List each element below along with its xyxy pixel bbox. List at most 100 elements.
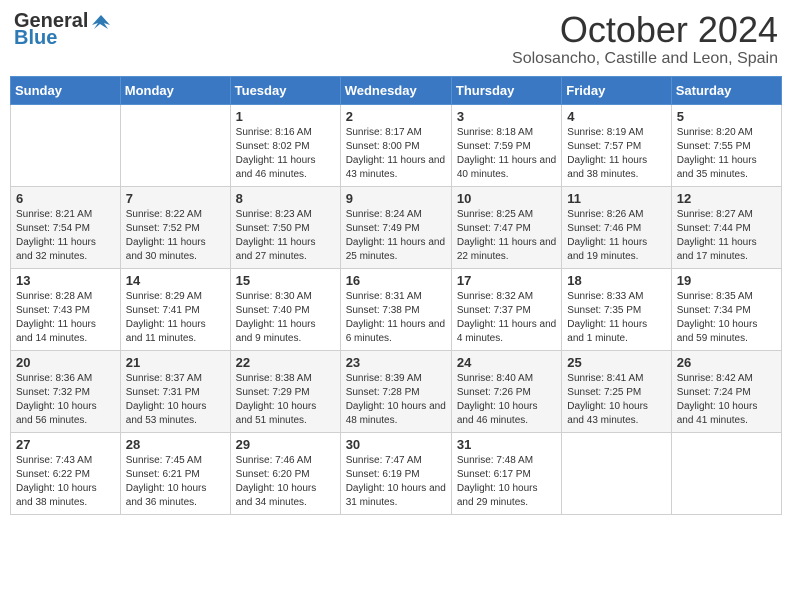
weekday-header-wednesday: Wednesday xyxy=(340,76,451,104)
day-number: 12 xyxy=(677,191,776,206)
day-detail: Sunrise: 8:20 AMSunset: 7:55 PMDaylight:… xyxy=(677,127,757,180)
day-number: 3 xyxy=(457,109,556,124)
calendar-cell: 25 Sunrise: 8:41 AMSunset: 7:25 PMDaylig… xyxy=(562,350,671,432)
weekday-header-tuesday: Tuesday xyxy=(230,76,340,104)
month-title: October 2024 xyxy=(512,10,778,50)
calendar-cell: 2 Sunrise: 8:17 AMSunset: 8:00 PMDayligh… xyxy=(340,104,451,186)
calendar-cell: 27 Sunrise: 7:43 AMSunset: 6:22 PMDaylig… xyxy=(11,432,121,514)
calendar-cell: 12 Sunrise: 8:27 AMSunset: 7:44 PMDaylig… xyxy=(671,186,781,268)
calendar-cell xyxy=(562,432,671,514)
day-number: 10 xyxy=(457,191,556,206)
calendar-cell: 1 Sunrise: 8:16 AMSunset: 8:02 PMDayligh… xyxy=(230,104,340,186)
calendar-cell: 9 Sunrise: 8:24 AMSunset: 7:49 PMDayligh… xyxy=(340,186,451,268)
calendar-cell: 26 Sunrise: 8:42 AMSunset: 7:24 PMDaylig… xyxy=(671,350,781,432)
calendar-cell: 31 Sunrise: 7:48 AMSunset: 6:17 PMDaylig… xyxy=(451,432,561,514)
calendar-cell xyxy=(120,104,230,186)
day-number: 11 xyxy=(567,191,665,206)
day-detail: Sunrise: 8:22 AMSunset: 7:52 PMDaylight:… xyxy=(126,209,206,262)
calendar-cell: 3 Sunrise: 8:18 AMSunset: 7:59 PMDayligh… xyxy=(451,104,561,186)
weekday-header-thursday: Thursday xyxy=(451,76,561,104)
day-number: 27 xyxy=(16,437,115,452)
day-number: 9 xyxy=(346,191,446,206)
calendar-cell: 21 Sunrise: 8:37 AMSunset: 7:31 PMDaylig… xyxy=(120,350,230,432)
day-number: 7 xyxy=(126,191,225,206)
day-detail: Sunrise: 8:28 AMSunset: 7:43 PMDaylight:… xyxy=(16,291,96,344)
day-number: 29 xyxy=(236,437,335,452)
day-detail: Sunrise: 7:46 AMSunset: 6:20 PMDaylight:… xyxy=(236,455,317,508)
day-detail: Sunrise: 8:38 AMSunset: 7:29 PMDaylight:… xyxy=(236,373,317,426)
day-number: 18 xyxy=(567,273,665,288)
calendar-cell: 30 Sunrise: 7:47 AMSunset: 6:19 PMDaylig… xyxy=(340,432,451,514)
calendar-cell: 10 Sunrise: 8:25 AMSunset: 7:47 PMDaylig… xyxy=(451,186,561,268)
day-number: 26 xyxy=(677,355,776,370)
day-detail: Sunrise: 8:33 AMSunset: 7:35 PMDaylight:… xyxy=(567,291,647,344)
location-title: Solosancho, Castille and Leon, Spain xyxy=(512,50,778,68)
day-detail: Sunrise: 8:40 AMSunset: 7:26 PMDaylight:… xyxy=(457,373,538,426)
calendar-cell: 15 Sunrise: 8:30 AMSunset: 7:40 PMDaylig… xyxy=(230,268,340,350)
logo: General Blue xyxy=(14,10,112,50)
calendar-cell: 24 Sunrise: 8:40 AMSunset: 7:26 PMDaylig… xyxy=(451,350,561,432)
day-number: 16 xyxy=(346,273,446,288)
day-detail: Sunrise: 7:48 AMSunset: 6:17 PMDaylight:… xyxy=(457,455,538,508)
calendar-cell xyxy=(671,432,781,514)
day-detail: Sunrise: 8:17 AMSunset: 8:00 PMDaylight:… xyxy=(346,127,445,180)
day-detail: Sunrise: 8:27 AMSunset: 7:44 PMDaylight:… xyxy=(677,209,757,262)
day-number: 23 xyxy=(346,355,446,370)
logo-bird-icon xyxy=(90,11,112,33)
day-number: 2 xyxy=(346,109,446,124)
calendar-week-row: 1 Sunrise: 8:16 AMSunset: 8:02 PMDayligh… xyxy=(11,104,782,186)
day-detail: Sunrise: 8:25 AMSunset: 7:47 PMDaylight:… xyxy=(457,209,556,262)
day-number: 8 xyxy=(236,191,335,206)
calendar-cell: 14 Sunrise: 8:29 AMSunset: 7:41 PMDaylig… xyxy=(120,268,230,350)
calendar-cell: 16 Sunrise: 8:31 AMSunset: 7:38 PMDaylig… xyxy=(340,268,451,350)
weekday-header-friday: Friday xyxy=(562,76,671,104)
day-number: 13 xyxy=(16,273,115,288)
day-detail: Sunrise: 8:24 AMSunset: 7:49 PMDaylight:… xyxy=(346,209,445,262)
day-detail: Sunrise: 8:39 AMSunset: 7:28 PMDaylight:… xyxy=(346,373,446,426)
calendar-cell: 6 Sunrise: 8:21 AMSunset: 7:54 PMDayligh… xyxy=(11,186,121,268)
day-detail: Sunrise: 8:16 AMSunset: 8:02 PMDaylight:… xyxy=(236,127,316,180)
page-header: General Blue October 2024 Solosancho, Ca… xyxy=(10,10,782,68)
day-detail: Sunrise: 8:35 AMSunset: 7:34 PMDaylight:… xyxy=(677,291,758,344)
day-number: 1 xyxy=(236,109,335,124)
day-detail: Sunrise: 7:45 AMSunset: 6:21 PMDaylight:… xyxy=(126,455,207,508)
calendar-cell: 13 Sunrise: 8:28 AMSunset: 7:43 PMDaylig… xyxy=(11,268,121,350)
day-detail: Sunrise: 8:41 AMSunset: 7:25 PMDaylight:… xyxy=(567,373,648,426)
calendar-cell: 19 Sunrise: 8:35 AMSunset: 7:34 PMDaylig… xyxy=(671,268,781,350)
day-detail: Sunrise: 7:43 AMSunset: 6:22 PMDaylight:… xyxy=(16,455,97,508)
day-number: 17 xyxy=(457,273,556,288)
day-detail: Sunrise: 7:47 AMSunset: 6:19 PMDaylight:… xyxy=(346,455,446,508)
calendar-week-row: 6 Sunrise: 8:21 AMSunset: 7:54 PMDayligh… xyxy=(11,186,782,268)
day-number: 21 xyxy=(126,355,225,370)
calendar-cell: 18 Sunrise: 8:33 AMSunset: 7:35 PMDaylig… xyxy=(562,268,671,350)
calendar-cell: 20 Sunrise: 8:36 AMSunset: 7:32 PMDaylig… xyxy=(11,350,121,432)
weekday-header-monday: Monday xyxy=(120,76,230,104)
day-number: 19 xyxy=(677,273,776,288)
day-detail: Sunrise: 8:18 AMSunset: 7:59 PMDaylight:… xyxy=(457,127,556,180)
day-number: 5 xyxy=(677,109,776,124)
calendar-cell: 5 Sunrise: 8:20 AMSunset: 7:55 PMDayligh… xyxy=(671,104,781,186)
calendar-table: SundayMondayTuesdayWednesdayThursdayFrid… xyxy=(10,76,782,515)
day-number: 31 xyxy=(457,437,556,452)
calendar-week-row: 20 Sunrise: 8:36 AMSunset: 7:32 PMDaylig… xyxy=(11,350,782,432)
day-detail: Sunrise: 8:31 AMSunset: 7:38 PMDaylight:… xyxy=(346,291,445,344)
day-detail: Sunrise: 8:21 AMSunset: 7:54 PMDaylight:… xyxy=(16,209,96,262)
day-number: 15 xyxy=(236,273,335,288)
day-detail: Sunrise: 8:32 AMSunset: 7:37 PMDaylight:… xyxy=(457,291,556,344)
day-detail: Sunrise: 8:42 AMSunset: 7:24 PMDaylight:… xyxy=(677,373,758,426)
day-number: 28 xyxy=(126,437,225,452)
calendar-cell: 29 Sunrise: 7:46 AMSunset: 6:20 PMDaylig… xyxy=(230,432,340,514)
day-number: 22 xyxy=(236,355,335,370)
title-area: October 2024 Solosancho, Castille and Le… xyxy=(512,10,778,68)
logo-blue-text: Blue xyxy=(14,27,57,50)
day-number: 24 xyxy=(457,355,556,370)
calendar-week-row: 13 Sunrise: 8:28 AMSunset: 7:43 PMDaylig… xyxy=(11,268,782,350)
calendar-cell: 11 Sunrise: 8:26 AMSunset: 7:46 PMDaylig… xyxy=(562,186,671,268)
day-number: 30 xyxy=(346,437,446,452)
calendar-cell: 28 Sunrise: 7:45 AMSunset: 6:21 PMDaylig… xyxy=(120,432,230,514)
day-detail: Sunrise: 8:29 AMSunset: 7:41 PMDaylight:… xyxy=(126,291,206,344)
day-detail: Sunrise: 8:37 AMSunset: 7:31 PMDaylight:… xyxy=(126,373,207,426)
day-detail: Sunrise: 8:26 AMSunset: 7:46 PMDaylight:… xyxy=(567,209,647,262)
day-number: 20 xyxy=(16,355,115,370)
calendar-cell: 23 Sunrise: 8:39 AMSunset: 7:28 PMDaylig… xyxy=(340,350,451,432)
